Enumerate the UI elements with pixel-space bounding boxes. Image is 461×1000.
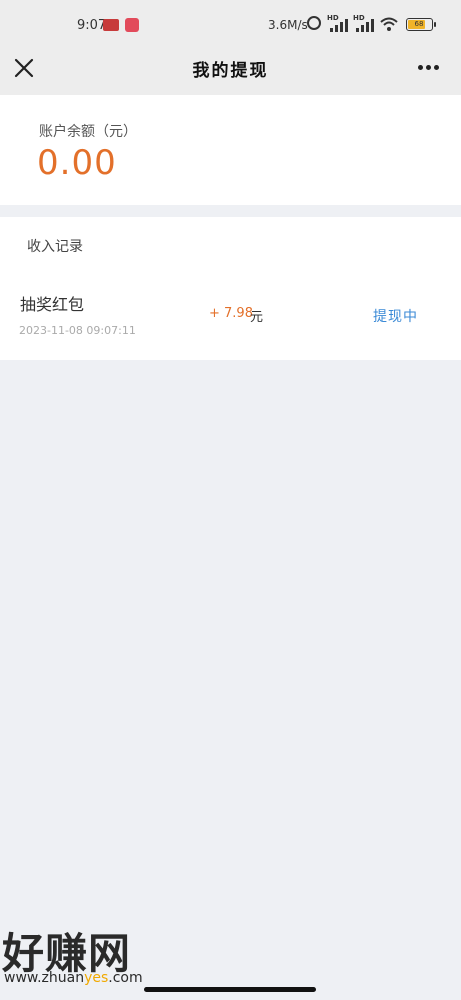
flag-icon bbox=[103, 19, 119, 31]
watermark: 好赚网 www.zhuanyes.com bbox=[0, 920, 200, 990]
status-time: 9:07 bbox=[77, 18, 107, 33]
battery-icon: 68 bbox=[406, 18, 436, 31]
balance-card: 账户余额（元） 0.00 bbox=[0, 95, 461, 205]
record-amount: + 7.98 bbox=[209, 306, 253, 321]
app-notification-icon bbox=[125, 18, 139, 32]
income-records: 收入记录 抽奖红包 2023-11-08 09:07:11 + 7.98 元 提… bbox=[0, 217, 461, 360]
record-status: 提现中 bbox=[373, 309, 418, 325]
balance-amount: 0.00 bbox=[37, 143, 117, 183]
nav-bar: 我的提现 bbox=[0, 50, 461, 95]
home-indicator[interactable] bbox=[144, 987, 316, 992]
page-title: 我的提现 bbox=[192, 61, 269, 81]
watermark-url: www.zhuanyes.com bbox=[4, 970, 143, 986]
record-unit: 元 bbox=[250, 310, 264, 325]
alarm-icon bbox=[307, 16, 321, 30]
wifi-icon bbox=[380, 17, 398, 31]
record-name: 抽奖红包 bbox=[20, 295, 85, 314]
signal-icon-2 bbox=[356, 18, 374, 32]
balance-label: 账户余额（元） bbox=[39, 124, 137, 140]
signal-icon bbox=[330, 18, 348, 32]
more-options-icon[interactable] bbox=[414, 56, 444, 78]
battery-level: 68 bbox=[414, 20, 424, 28]
record-time: 2023-11-08 09:07:11 bbox=[19, 324, 136, 337]
status-bar: 9:07 3.6M/s HD HD 68 bbox=[0, 0, 461, 50]
network-speed: 3.6M/s bbox=[268, 18, 308, 32]
records-section-title: 收入记录 bbox=[27, 239, 83, 255]
